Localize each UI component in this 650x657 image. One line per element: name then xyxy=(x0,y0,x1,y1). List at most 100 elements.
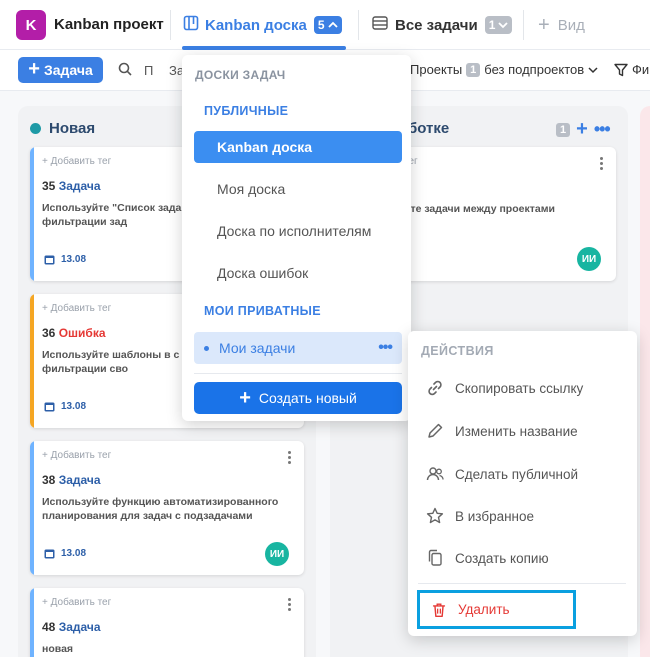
board-item-kanban[interactable]: Kanban доска xyxy=(194,131,402,163)
task-title: 38 Задача xyxy=(42,473,101,487)
task-card[interactable]: + Добавить тег 48 Задача новая xyxy=(30,588,304,657)
card-menu-icon[interactable] xyxy=(288,451,292,464)
action-delete[interactable]: Удалить xyxy=(417,590,576,629)
add-tag-link[interactable]: + Добавить тег xyxy=(42,303,111,314)
task-date-text: 13.08 xyxy=(61,401,87,412)
projects-mode: без подпроектов xyxy=(484,62,585,77)
copy-icon xyxy=(428,549,442,566)
task-due-date: 13.08 xyxy=(44,254,86,265)
add-task-label: Задача xyxy=(43,62,93,78)
action-copy-link[interactable]: Скопировать ссылку xyxy=(425,378,583,398)
search-icon[interactable] xyxy=(118,62,132,81)
tab-all-tasks[interactable]: Все задачи 1 xyxy=(372,8,513,42)
add-task-button[interactable]: + Задача xyxy=(18,57,103,83)
chevron-down-icon xyxy=(498,22,509,29)
action-make-public[interactable]: Сделать публичной xyxy=(425,464,578,484)
board-icon xyxy=(183,15,199,36)
board-item-label: Мои задачи xyxy=(219,340,296,356)
tab-all-label: Все задачи xyxy=(395,16,478,34)
task-type: Ошибка xyxy=(58,326,106,340)
column-next xyxy=(640,106,650,657)
task-number: 38 xyxy=(42,473,56,487)
action-label: Скопировать ссылку xyxy=(455,380,584,396)
board-item-assignees[interactable]: Доска по исполнителям xyxy=(194,215,402,247)
board-item-my-tasks[interactable]: Мои задачи ••• xyxy=(194,332,402,364)
plus-icon: + xyxy=(538,13,550,36)
add-tag-link[interactable]: + Добавить тег xyxy=(42,597,111,608)
card-menu-icon[interactable] xyxy=(600,157,604,170)
task-description: новая xyxy=(42,643,74,655)
search-input[interactable]: П xyxy=(144,63,153,78)
action-duplicate[interactable]: Создать копию xyxy=(425,548,549,568)
task-description: йте задачи между проектами xyxy=(404,203,555,215)
divider xyxy=(194,373,402,374)
trash-icon xyxy=(432,602,446,617)
add-view-label: Вид xyxy=(557,16,585,34)
task-date-text: 13.08 xyxy=(61,254,87,265)
action-label: В избранное xyxy=(455,508,535,524)
board-actions-menu: ДЕЙСТВИЯ Скопировать ссылку Изменить наз… xyxy=(408,331,637,636)
add-tag-link[interactable]: + Добавить тег xyxy=(42,450,111,461)
add-card-icon[interactable]: + xyxy=(576,118,588,141)
assignee-avatar[interactable]: ИИ xyxy=(577,247,601,271)
project-name[interactable]: Kanban проект xyxy=(54,16,164,33)
task-date-text: 13.08 xyxy=(61,548,87,559)
projects-filter-label: Проекты xyxy=(410,62,463,77)
action-favorite[interactable]: В избранное xyxy=(425,506,534,526)
column-new-header: Новая xyxy=(30,120,95,137)
board-item-my[interactable]: Моя доска xyxy=(194,173,402,205)
projects-filter[interactable]: Проекты 1 без подпроектов xyxy=(410,62,598,77)
column-in-progress-title: ботке xyxy=(408,120,450,137)
tab-kanban-label: Kanban доска xyxy=(205,16,307,34)
card-menu-icon[interactable] xyxy=(288,598,292,611)
task-type: Задача xyxy=(58,179,101,193)
divider xyxy=(358,10,359,40)
projects-count: 1 xyxy=(466,62,481,77)
boards-dropdown: ДОСКИ ЗАДАЧ ПУБЛИЧНЫЕ Kanban доска Моя д… xyxy=(182,55,411,421)
column-count: 1 xyxy=(556,122,571,137)
plus-icon: + xyxy=(28,57,40,80)
task-due-date: 13.08 xyxy=(44,401,86,412)
create-board-label: Создать новый xyxy=(258,390,357,406)
task-title: 48 Задача xyxy=(42,620,101,634)
pencil-icon xyxy=(428,423,443,438)
divider xyxy=(418,583,626,584)
action-label: Изменить название xyxy=(455,423,578,439)
board-item-bugs[interactable]: Доска ошибок xyxy=(194,257,402,289)
assignee-avatar[interactable]: ИИ xyxy=(265,542,289,566)
action-label: Сделать публичной xyxy=(455,466,579,482)
task-due-date: 13.08 xyxy=(44,548,86,559)
create-board-button[interactable]: + Создать новый xyxy=(194,382,402,414)
filter-label: Фи xyxy=(632,62,650,77)
action-label: Создать копию xyxy=(455,550,549,566)
task-number: 48 xyxy=(42,620,56,634)
task-card[interactable]: + Добавить тег 38 Задача Используйте фун… xyxy=(30,441,304,575)
task-number: 35 xyxy=(42,179,56,193)
task-title: 35 Задача xyxy=(42,179,101,193)
action-rename[interactable]: Изменить название xyxy=(425,421,578,441)
task-type: Задача xyxy=(58,473,101,487)
task-number: 36 xyxy=(42,326,56,340)
tab-kanban-board[interactable]: Kanban доска 5 xyxy=(183,8,342,42)
calendar-icon xyxy=(44,255,55,265)
column-menu-icon[interactable]: ••• xyxy=(594,119,611,140)
divider xyxy=(523,10,524,40)
tab-all-count-badge[interactable]: 1 xyxy=(484,16,513,34)
column-in-progress-controls: 1 + ••• xyxy=(556,118,611,141)
add-tag-link[interactable]: + Добавить тег xyxy=(42,156,111,167)
dropdown-header: ДОСКИ ЗАДАЧ xyxy=(195,68,286,82)
chevron-down-icon xyxy=(588,66,598,73)
status-dot-icon xyxy=(30,123,41,134)
column-new-title: Новая xyxy=(49,120,96,137)
action-delete-label: Удалить xyxy=(458,602,510,617)
tab-all-count: 1 xyxy=(488,18,496,32)
filter-button[interactable]: Фи xyxy=(614,62,649,77)
link-icon xyxy=(428,380,442,396)
divider xyxy=(170,10,171,40)
tab-kanban-count-badge[interactable]: 5 xyxy=(313,16,342,34)
task-description: Используйте функцию автоматизированного … xyxy=(42,496,279,522)
more-options-icon[interactable]: ••• xyxy=(378,339,393,357)
project-avatar[interactable]: K xyxy=(16,10,46,40)
task-title: 36 Ошибка xyxy=(42,326,106,340)
add-view-button[interactable]: + Вид xyxy=(538,8,585,42)
